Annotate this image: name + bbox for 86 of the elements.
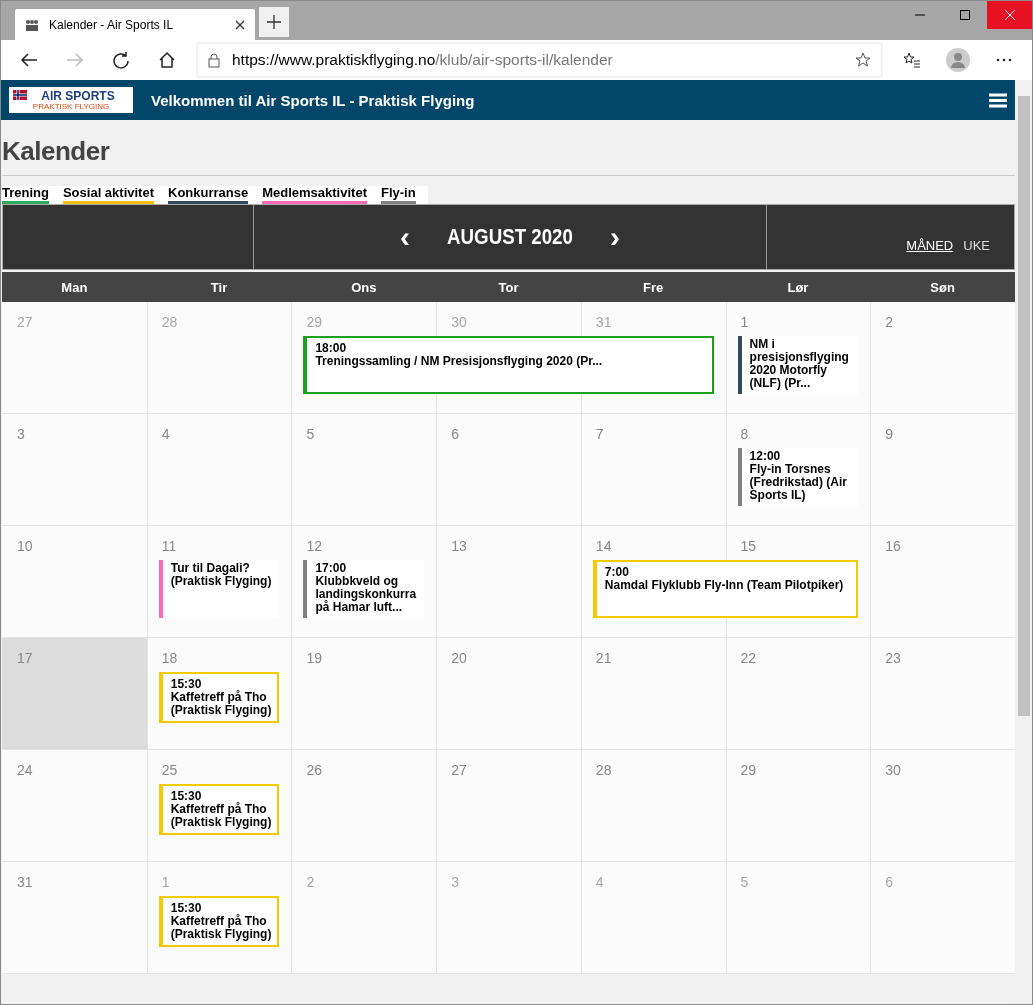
weekday-header: Tir <box>209 278 229 297</box>
page-title: Kalender <box>2 136 111 167</box>
plus-icon <box>267 15 281 29</box>
calendar-event[interactable]: 7:00 Namdal Flyklubb Fly-Inn (Team Pilotpiker) <box>592 560 859 618</box>
home-icon <box>158 51 176 69</box>
calendar-event[interactable]: 15:30 Kaffetreff på Tho (Praktisk Flyging) <box>158 672 280 723</box>
site-logo[interactable]: AIR SPORTS PRAKTISK FLYGING <box>9 87 133 113</box>
more-icon <box>996 58 1012 62</box>
day-number: 28 <box>161 314 178 330</box>
view-link[interactable]: UKE <box>963 238 990 253</box>
weekday-header: Fre <box>642 278 665 297</box>
forward-arrow-icon <box>66 52 84 68</box>
day-number: 7 <box>595 426 604 442</box>
close-icon[interactable] <box>235 19 245 30</box>
day-number: 17 <box>17 650 33 666</box>
day-number: 6 <box>451 426 459 442</box>
address-bar[interactable]: https://www.praktiskflyging.no/klub/air-sports-il/kalender <box>197 43 882 77</box>
day-number: 1 <box>161 874 170 890</box>
day-number: 11 <box>161 538 177 554</box>
star-icon[interactable] <box>855 52 871 68</box>
day-number: 31 <box>595 314 612 330</box>
star-list-icon <box>903 52 921 68</box>
day-number: 26 <box>306 762 322 778</box>
day-number: 5 <box>306 426 315 442</box>
day-number: 27 <box>17 314 33 330</box>
calendar-event[interactable]: 15:30 Kaffetreff på Tho (Praktisk Flyging) <box>158 896 280 947</box>
day-number: 2 <box>885 314 894 330</box>
calendar-event[interactable]: NM i presisjonsflyging 2020 Motorfly (NLF) (Pr... <box>737 336 859 394</box>
browser-tab[interactable]: Kalender - Air Sports IL <box>15 9 255 40</box>
day-number: 10 <box>17 538 33 554</box>
day-number: 2 <box>306 874 315 890</box>
weekday-header: Tor <box>497 278 520 297</box>
day-number: 3 <box>451 874 459 890</box>
next-month-button[interactable]: › <box>603 225 626 249</box>
people-icon <box>25 18 39 31</box>
day-number: 22 <box>740 650 757 666</box>
day-number: 19 <box>306 650 322 666</box>
day-number: 8 <box>740 426 749 442</box>
back-arrow-icon <box>20 52 38 68</box>
day-number: 5 <box>740 874 749 890</box>
calendar-event[interactable]: 12:00 Fly-in Torsnes (Fredrikstad) (Air Sports IL) <box>737 448 859 506</box>
close-icon <box>1004 10 1015 20</box>
day-number: 30 <box>885 762 901 778</box>
day-number: 14 <box>595 538 612 554</box>
calendar-event[interactable]: 17:00 Klubbkveld og landingskonkurra på Hamar luft... <box>303 560 425 618</box>
day-number: 30 <box>451 314 467 330</box>
day-number: 12 <box>306 538 322 554</box>
month-title: AUGUST 2020 <box>447 224 573 250</box>
day-number: 13 <box>451 538 467 554</box>
day-number: 1 <box>740 314 749 330</box>
day-number: 29 <box>306 314 322 330</box>
day-number: 28 <box>595 762 612 778</box>
day-number: 18 <box>161 650 178 666</box>
calendar-event[interactable]: Tur til Dagali? (Praktisk Flyging) <box>158 560 280 618</box>
view-link[interactable]: MÅNED <box>906 238 954 253</box>
day-number: 27 <box>451 762 467 778</box>
tab-title: Kalender - Air Sports IL <box>49 17 175 32</box>
day-number: 25 <box>161 762 178 778</box>
menu-icon[interactable] <box>989 92 1007 108</box>
day-cell[interactable]: 17 <box>2 638 147 672</box>
day-number: 9 <box>885 426 894 442</box>
previous-month-button[interactable]: ‹ <box>394 225 416 249</box>
weekday-header: Man <box>60 278 89 297</box>
weekday-header: Ons <box>350 278 378 297</box>
weekday-header: Søn <box>929 278 956 297</box>
day-number: 4 <box>595 874 604 890</box>
day-number: 15 <box>740 538 757 554</box>
refresh-icon <box>112 51 130 69</box>
user-icon <box>946 48 970 72</box>
calendar-event[interactable]: 18:00 Treningssamling / NM Presisjonsflyging 2020 (Pr... <box>303 336 714 394</box>
new-tab-button[interactable] <box>259 7 289 37</box>
maximize-icon <box>959 10 970 20</box>
day-number: 24 <box>17 762 33 778</box>
day-number: 4 <box>161 426 170 442</box>
day-number: 20 <box>451 650 467 666</box>
day-number: 16 <box>885 538 901 554</box>
site-title: Velkommen til Air Sports IL - Praktisk Flyging <box>151 91 476 109</box>
day-number: 3 <box>17 426 25 442</box>
day-number: 23 <box>885 650 901 666</box>
calendar-event[interactable]: 15:30 Kaffetreff på Tho (Praktisk Flyging) <box>158 784 280 835</box>
day-number: 31 <box>17 874 33 890</box>
lock-icon <box>208 52 220 68</box>
weekday-header: Lør <box>786 278 810 297</box>
day-number: 29 <box>740 762 757 778</box>
day-number: 21 <box>595 650 612 666</box>
day-number: 6 <box>885 874 894 890</box>
